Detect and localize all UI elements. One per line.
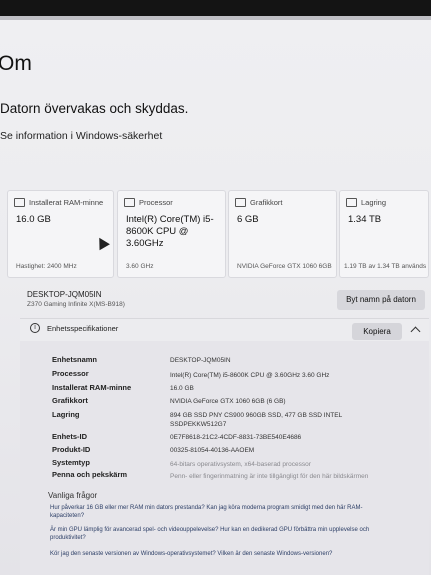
spec-label: Lagring: [52, 410, 80, 419]
monitor-bezel: [0, 0, 431, 16]
spec-label: Enhets-ID: [52, 432, 88, 441]
faq-question[interactable]: Kör jag den senaste versionen av Windows…: [50, 550, 390, 558]
spec-label: Systemtyp: [52, 458, 90, 467]
card-foot: 3.60 GHz: [126, 263, 154, 270]
card-graphics: Grafikkort 6 GB NVIDIA GeForce GTX 1060 …: [228, 190, 337, 278]
card-label: Grafikkort: [250, 198, 283, 207]
windows-security-link[interactable]: Se information i Windows-säkerhet: [0, 130, 162, 142]
spec-value: Penn- eller fingerinmatning är inte till…: [170, 473, 369, 480]
spec-value: Intel(R) Core(TM) i5-8600K CPU @ 3.60GHz…: [170, 372, 330, 379]
device-name: DESKTOP-JQM05IN: [27, 290, 102, 299]
device-specs-title: Enhetsspecifikationer: [47, 324, 119, 333]
copy-button[interactable]: Kopiera: [352, 323, 402, 340]
spec-value: 00325-81054-40136-AAOEM: [170, 447, 255, 454]
card-value: Intel(R) Core(TM) i5-8600K CPU @ 3.60GHz: [126, 214, 214, 249]
info-icon: i: [30, 323, 40, 333]
card-label: Lagring: [361, 198, 387, 207]
card-value: 1.34 TB: [348, 214, 382, 225]
protection-status: Datorn övervakas och skyddas.: [0, 101, 189, 116]
spec-cards: Installerat RAM-minne 16.0 GB Hastighet:…: [7, 190, 429, 278]
spec-label: Enhetsnamn: [52, 355, 98, 364]
spec-value: DESKTOP-JQM05IN: [170, 357, 231, 364]
spec-label: Produkt-ID: [52, 445, 91, 454]
card-label: Installerat RAM-minne: [29, 198, 104, 207]
card-foot: Hastighet: 2400 MHz: [16, 263, 77, 270]
card-processor: Processor Intel(R) Core(TM) i5-8600K CPU…: [117, 190, 226, 278]
spec-value: 64-bitars operativsystem, x64-baserad pr…: [170, 461, 311, 468]
rename-pc-button[interactable]: Byt namn på datorn: [337, 290, 425, 310]
device-model: Z370 Gaming Infinite X(MS-B918): [27, 301, 125, 308]
graphics-card-icon: [235, 198, 246, 207]
ram-icon: [14, 198, 25, 207]
card-storage: Lagring 1.34 TB 1.19 TB av 1.34 TB använ…: [339, 190, 429, 278]
spec-value: NVIDIA GeForce GTX 1060 6GB (6 GB): [170, 398, 286, 405]
mouse-cursor-icon: [94, 234, 110, 251]
card-label: Processor: [139, 198, 173, 207]
storage-icon: [346, 198, 357, 207]
card-value: 16.0 GB: [16, 214, 51, 225]
spec-value: 16.0 GB: [170, 385, 194, 392]
spec-label: Grafikkort: [52, 396, 88, 405]
spec-label: Processor: [52, 369, 89, 378]
faq-question[interactable]: Är min GPU lämplig för avancerad spel- o…: [50, 526, 390, 542]
spec-label: Penna och pekskärm: [52, 470, 128, 479]
faq-title: Vanliga frågor: [48, 491, 98, 500]
spec-value: 0E7F8618-21C2-4CDF-8831-73BE540E4686: [170, 434, 302, 441]
processor-icon: [124, 198, 135, 207]
card-ram: Installerat RAM-minne 16.0 GB Hastighet:…: [7, 190, 114, 278]
card-value: 6 GB: [237, 214, 259, 225]
spec-value: 894 GB SSD PNY CS900 960GB SSD, 477 GB S…: [170, 412, 342, 428]
card-foot: NVIDIA GeForce GTX 1060 6GB: [237, 263, 332, 270]
page-title: Om: [0, 52, 32, 75]
card-foot: 1.19 TB av 1.34 TB används: [344, 263, 427, 270]
spec-label: Installerat RAM-minne: [52, 383, 132, 392]
faq-question[interactable]: Hur påverkar 16 GB eller mer RAM min dat…: [50, 504, 390, 520]
